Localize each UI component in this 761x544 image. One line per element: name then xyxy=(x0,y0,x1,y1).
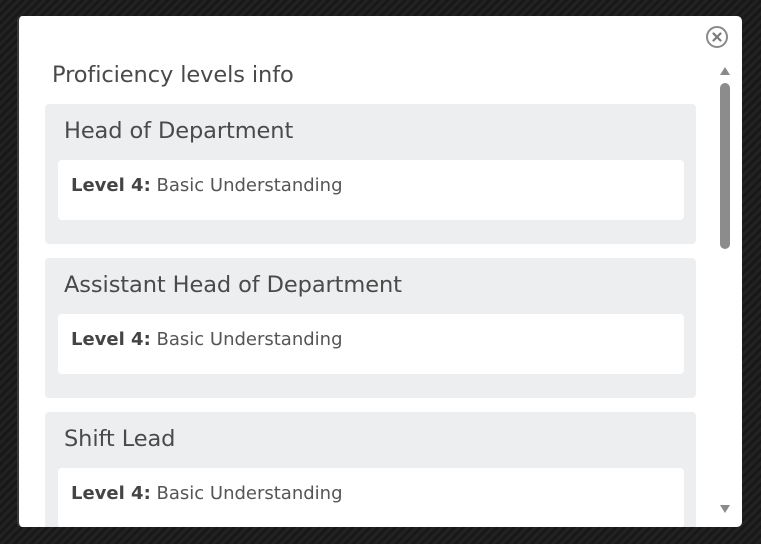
dialog-title: Proficiency levels info xyxy=(52,62,294,88)
level-box: Level 4: Basic Understanding xyxy=(58,314,684,374)
level-label: Level 4: xyxy=(71,329,151,350)
level-value: Basic Understanding xyxy=(156,175,343,196)
level-value: Basic Understanding xyxy=(156,329,343,350)
scrollbar-thumb[interactable] xyxy=(720,83,730,249)
role-title: Assistant Head of Department xyxy=(64,272,402,298)
level-label: Level 4: xyxy=(71,175,151,196)
level-label: Level 4: xyxy=(71,483,151,504)
role-card: Head of Department Level 4: Basic Unders… xyxy=(45,104,696,244)
role-card: Shift Lead Level 4: Basic Understanding xyxy=(45,412,696,527)
scroll-up-arrow-icon[interactable] xyxy=(719,66,731,76)
role-title: Shift Lead xyxy=(64,426,176,452)
scroll-down-arrow-icon[interactable] xyxy=(719,504,731,514)
level-text: Level 4: Basic Understanding xyxy=(71,483,343,504)
proficiency-levels-dialog: Proficiency levels info Head of Departme… xyxy=(17,16,742,527)
role-title: Head of Department xyxy=(64,118,294,144)
close-x-glyph xyxy=(712,32,722,42)
role-card: Assistant Head of Department Level 4: Ba… xyxy=(45,258,696,398)
level-box: Level 4: Basic Understanding xyxy=(58,468,684,527)
level-text: Level 4: Basic Understanding xyxy=(71,175,343,196)
level-value: Basic Understanding xyxy=(156,483,343,504)
role-card-list: Head of Department Level 4: Basic Unders… xyxy=(45,104,696,527)
dialog-scroll-content: Proficiency levels info Head of Departme… xyxy=(19,16,709,527)
vertical-scrollbar[interactable] xyxy=(717,66,733,518)
level-text: Level 4: Basic Understanding xyxy=(71,329,343,350)
close-icon[interactable] xyxy=(706,26,728,48)
level-box: Level 4: Basic Understanding xyxy=(58,160,684,220)
